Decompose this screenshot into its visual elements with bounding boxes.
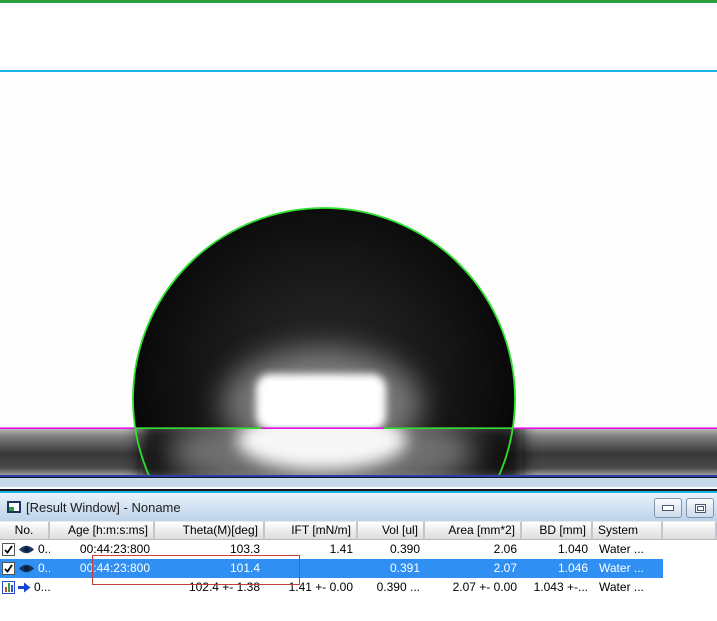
cell-theta: 103.3: [155, 540, 265, 559]
cell-empty: [663, 578, 717, 597]
eye-icon: [18, 563, 35, 574]
top-blank-area: [0, 3, 717, 70]
column-header-empty: [663, 521, 717, 540]
cell-system: Water ...: [593, 578, 663, 597]
column-header-area[interactable]: Area [mm*2]: [425, 521, 522, 540]
result-window-titlebar: [Result Window] - Noname: [0, 493, 717, 521]
table-row-statistics[interactable]: 0... 102.4 +- 1.38 1.41 +- 0.00 0.390 ..…: [0, 578, 717, 597]
cell-age: 00:44:23:800: [50, 559, 155, 578]
baseline-line: [0, 427, 717, 429]
cell-theta: 102.4 +- 1.38: [155, 578, 265, 597]
column-header-ift[interactable]: IFT [mN/m]: [265, 521, 358, 540]
table-row[interactable]: 0... 00:44:23:800 103.3 1.41 0.390 2.06 …: [0, 540, 717, 559]
cell-no: 0...: [38, 540, 50, 559]
cell-system: Water ...: [593, 559, 663, 578]
bottom-blank-area: [0, 597, 717, 621]
cell-age: [50, 578, 155, 597]
column-header-theta[interactable]: Theta(M)[deg]: [155, 521, 265, 540]
app-window: [Result Window] - Noname No. Age [h:m:s:…: [0, 0, 717, 621]
arrow-right-icon: [18, 582, 31, 593]
cell-ift: 1.41: [265, 540, 358, 559]
drop-image: [0, 72, 717, 475]
cell-area: 2.07 +- 0.00: [425, 578, 522, 597]
cell-area: 2.07: [425, 559, 522, 578]
cell-age: 00:44:23:800: [50, 540, 155, 559]
row-checkbox[interactable]: [2, 543, 15, 556]
cell-ift: 1.41 +- 0.00: [265, 578, 358, 597]
cell-vol: 0.390 ...: [358, 578, 425, 597]
bar-chart-icon: [2, 581, 15, 594]
eye-icon: [18, 544, 35, 555]
column-header-vol[interactable]: Vol [ul]: [358, 521, 425, 540]
row-checkbox[interactable]: [2, 562, 15, 575]
cell-theta: 101.4: [155, 559, 265, 578]
cell-bd: 1.046: [522, 559, 593, 578]
results-table-header: No. Age [h:m:s:ms] Theta(M)[deg] IFT [mN…: [0, 521, 717, 540]
camera-view: [0, 72, 717, 475]
cell-system: Water ...: [593, 540, 663, 559]
cell-empty: [663, 540, 717, 559]
cell-no: 0...: [34, 578, 50, 597]
window-gap: [0, 478, 717, 487]
cell-vol: 0.390: [358, 540, 425, 559]
column-header-no[interactable]: No.: [0, 521, 50, 540]
cell-ift: [265, 559, 358, 578]
table-row-selected[interactable]: 0... 00:44:23:800 101.4 0.391 2.07 1.046…: [0, 559, 717, 578]
minimize-button[interactable]: [654, 498, 682, 518]
minimize-icon: [662, 505, 674, 511]
cell-area: 2.06: [425, 540, 522, 559]
column-header-system[interactable]: System: [593, 521, 663, 540]
column-header-bd[interactable]: BD [mm]: [522, 521, 593, 540]
checkmark-icon: [3, 544, 14, 555]
cell-bd: 1.040: [522, 540, 593, 559]
cell-vol: 0.391: [358, 559, 425, 578]
restore-icon: [695, 504, 706, 513]
restore-button[interactable]: [686, 498, 714, 518]
cell-empty: [663, 559, 717, 578]
column-header-age[interactable]: Age [h:m:s:ms]: [50, 521, 155, 540]
result-window-icon: [7, 501, 21, 513]
checkmark-icon: [3, 563, 14, 574]
result-window-title: [Result Window] - Noname: [26, 500, 181, 515]
cell-bd: 1.043 +-...: [522, 578, 593, 597]
cell-no: 0...: [38, 559, 50, 578]
